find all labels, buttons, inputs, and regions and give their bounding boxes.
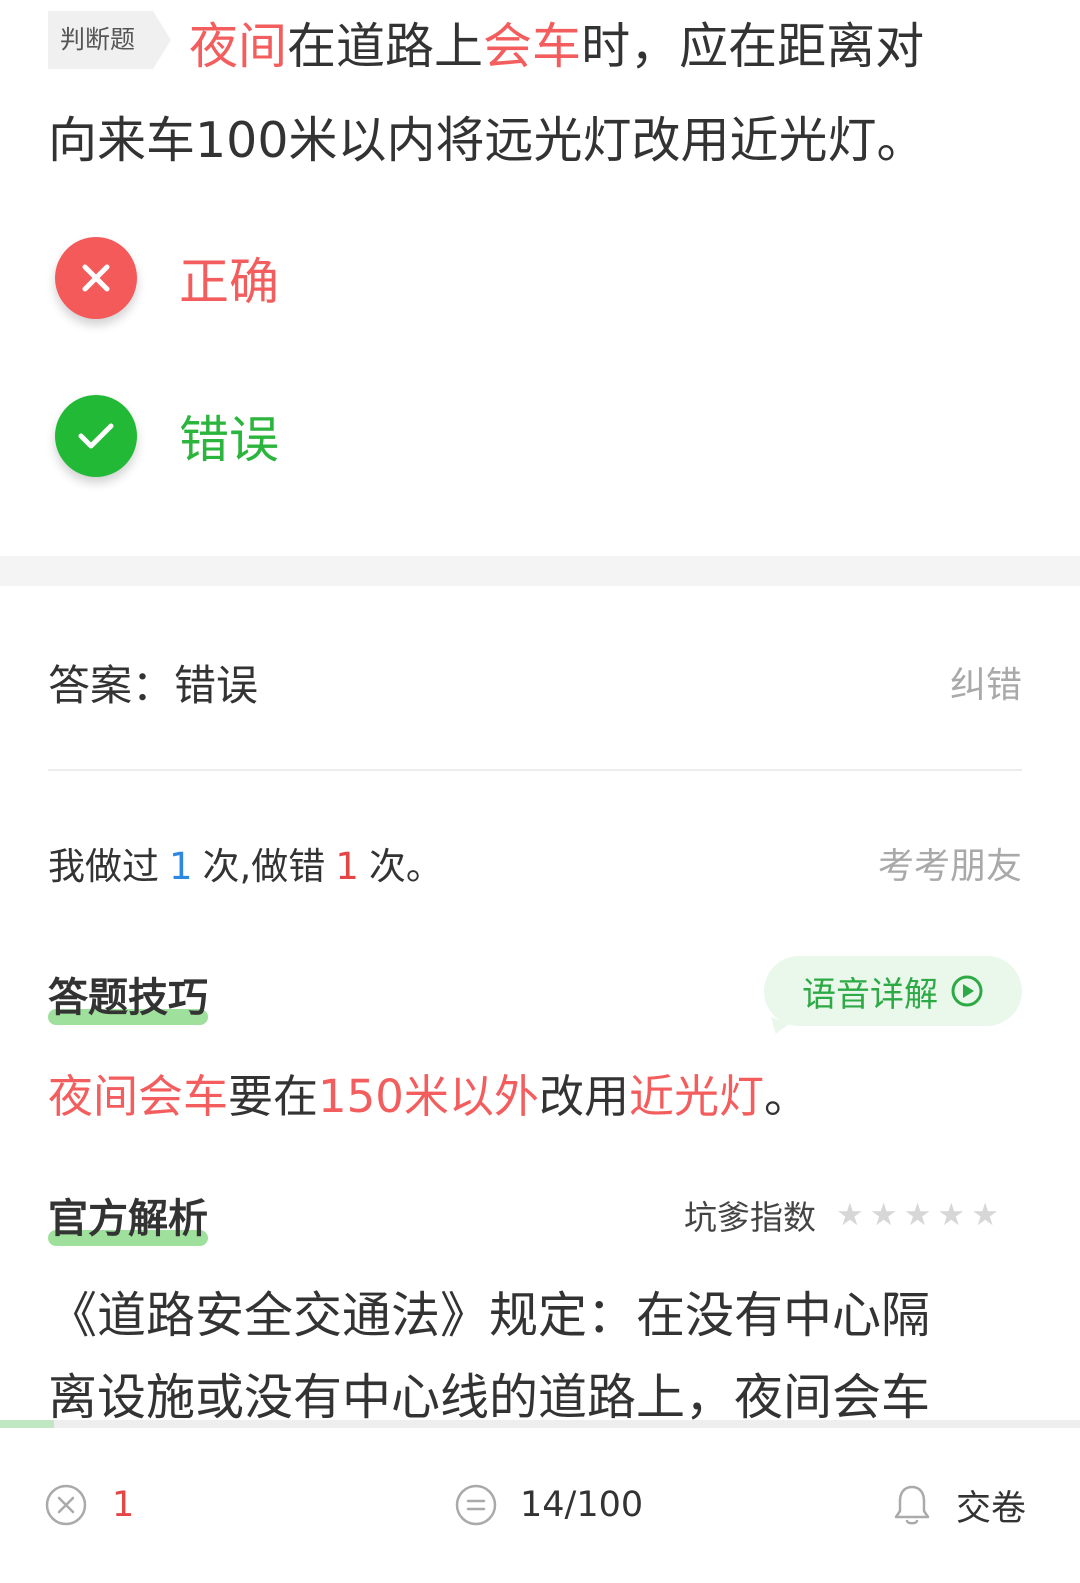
tips-title-text: 答题技巧 xyxy=(48,975,208,1021)
stats-row: 我做过 1 次,做错 1 次。 考考朋友 xyxy=(48,833,1022,893)
stats-middle: 次,做错 xyxy=(202,845,326,888)
tip-text-part: 改用 xyxy=(538,1070,629,1123)
wrong-mark-badge xyxy=(55,237,137,319)
wrong-count: 1 xyxy=(335,845,359,888)
quiz-friend-link[interactable]: 考考朋友 xyxy=(878,837,1022,889)
option-label: 错误 xyxy=(179,411,279,469)
play-circle-icon xyxy=(950,974,984,1008)
tip-text-part: 要在 xyxy=(228,1070,319,1123)
question-stem: 判断题 夜间在道路上会车时，应在距离对 向来车100米以内将远光灯改用近光灯。 xyxy=(48,0,1032,188)
tip-keyword: 夜间会车 xyxy=(48,1070,229,1123)
option-label: 正确 xyxy=(179,253,279,311)
progress-fill xyxy=(0,1420,54,1428)
question-keyword: 会车 xyxy=(483,18,582,75)
question-page: 判断题 夜间在道路上会车时，应在距离对 向来车100米以内将远光灯改用近光灯。 正… xyxy=(0,0,1080,1583)
voice-button-label: 语音详解 xyxy=(802,974,938,1015)
tip-keyword: 近光灯 xyxy=(628,1070,764,1123)
voice-explain-button[interactable]: 语音详解 xyxy=(764,956,1022,1026)
official-title: 官方解析 xyxy=(48,1186,208,1246)
wrong-count-button[interactable]: 1 xyxy=(44,1480,134,1530)
submit-label: 交卷 xyxy=(956,1488,1027,1529)
done-count: 1 xyxy=(169,845,193,888)
option-true[interactable]: 正确 xyxy=(55,237,279,319)
option-false[interactable]: 错误 xyxy=(55,395,279,477)
official-explanation: 《道路安全交通法》规定：在没有中心隔 离设施或没有中心线的道路上，夜间会车 xyxy=(48,1275,1038,1439)
bottom-toolbar: 1 14/100 交卷 xyxy=(0,1428,1080,1583)
stats-prefix: 我做过 xyxy=(48,845,159,888)
question-text: 在道路上 xyxy=(287,18,484,75)
progress-bar xyxy=(0,1420,1080,1428)
star-icon: ★ xyxy=(903,1197,932,1233)
attempt-stats: 我做过 1 次,做错 1 次。 xyxy=(48,836,443,890)
stats-suffix: 次。 xyxy=(368,845,443,888)
tips-title: 答题技巧 xyxy=(48,965,208,1025)
x-circle-icon xyxy=(45,1484,87,1526)
question-keyword: 夜间 xyxy=(189,18,288,75)
correct-mark-badge xyxy=(55,395,137,477)
report-error-link[interactable]: 纠错 xyxy=(950,656,1022,708)
tip-text-part: 。 xyxy=(763,1070,809,1123)
question-type-badge: 判断题 xyxy=(48,10,172,69)
star-icon: ★ xyxy=(836,1197,864,1233)
bell-icon xyxy=(894,1485,930,1525)
question-text: 时，应在距离对 xyxy=(581,18,925,75)
question-index-button[interactable]: 14/100 xyxy=(454,1480,643,1530)
explanation-line: 《道路安全交通法》规定：在没有中心隔 xyxy=(48,1287,931,1344)
tip-keyword: 150米以外 xyxy=(318,1070,539,1123)
difficulty-rating: 坑爹指数 ★ ★ ★ ★ ★ xyxy=(684,1190,999,1240)
answer-row: 答案：错误 纠错 xyxy=(48,650,1022,714)
star-icon: ★ xyxy=(869,1197,898,1233)
divider-line xyxy=(48,769,1022,771)
star-rating: ★ ★ ★ ★ ★ xyxy=(836,1197,999,1233)
tip-text: 夜间会车要在150米以外改用近光灯。 xyxy=(48,1060,809,1125)
check-icon xyxy=(78,423,114,449)
section-divider xyxy=(0,556,1080,586)
difficulty-label: 坑爹指数 xyxy=(684,1198,816,1237)
question-line-1: 判断题 夜间在道路上会车时，应在距离对 xyxy=(48,0,1032,94)
submit-button[interactable]: 交卷 xyxy=(892,1480,1026,1530)
x-icon xyxy=(82,264,110,292)
star-icon: ★ xyxy=(937,1197,966,1233)
wrong-count-value: 1 xyxy=(112,1485,135,1525)
star-icon: ★ xyxy=(971,1197,999,1233)
question-line-2: 向来车100米以内将远光灯改用近光灯。 xyxy=(48,112,926,169)
progress-text: 14/100 xyxy=(520,1485,644,1525)
answer-text: 答案：错误 xyxy=(48,660,259,710)
list-circle-icon xyxy=(455,1484,497,1526)
official-title-text: 官方解析 xyxy=(48,1196,208,1242)
